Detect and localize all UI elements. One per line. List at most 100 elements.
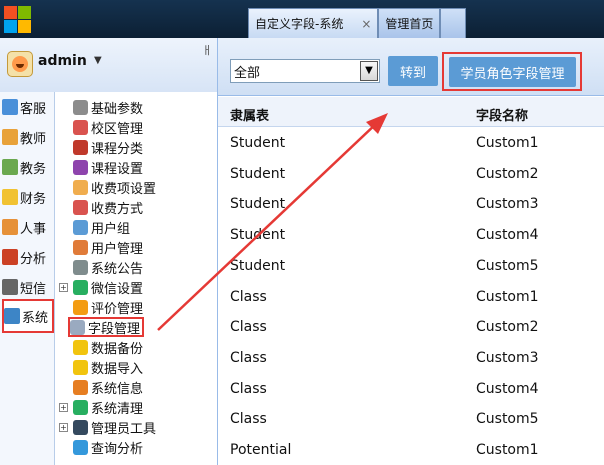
cell-table: Class — [230, 411, 267, 428]
tree-item[interactable]: + 管理员工具 — [55, 417, 156, 437]
table-row[interactable]: Potential Custom1 — [218, 434, 604, 465]
nav-item-label: 客服 — [20, 101, 47, 117]
table-row[interactable]: Student Custom1 — [218, 127, 604, 158]
tools-icon — [73, 419, 88, 435]
tree-item-label: 字段管理 — [88, 321, 141, 337]
tree-item-label: 用户组 — [91, 221, 131, 237]
tab-strip: 自定义字段-系统 × 管理首页 — [248, 8, 467, 38]
cell-table: Student — [230, 196, 286, 213]
nav-item-label: 系统 — [22, 310, 49, 326]
info-icon — [73, 379, 88, 395]
goto-button[interactable]: 转到 — [388, 56, 438, 86]
tree-item-label: 管理员工具 — [91, 421, 157, 437]
cell-field-name: Custom1 — [476, 288, 539, 305]
tree-item-label: 系统清理 — [91, 401, 144, 417]
table-row[interactable]: Student Custom3 — [218, 188, 604, 219]
recycle-icon — [73, 399, 88, 415]
search-icon — [73, 439, 88, 455]
tree-item[interactable]: 收费项设置 — [55, 177, 156, 197]
tree-item[interactable]: 用户管理 — [55, 237, 143, 257]
nav-item-label: 短信 — [20, 281, 47, 297]
table-row[interactable]: Class Custom4 — [218, 373, 604, 404]
import-icon — [73, 359, 88, 375]
cell-field-name: Custom4 — [476, 227, 539, 244]
tree-item[interactable]: 系统信息 — [55, 377, 143, 397]
tree-item[interactable]: 基础参数 — [55, 97, 143, 117]
close-icon[interactable]: × — [361, 17, 371, 31]
tree-item-label: 课程分类 — [91, 141, 144, 157]
tree-item[interactable]: 评价管理 — [55, 297, 143, 317]
role-fields-button[interactable]: 学员角色字段管理 — [449, 57, 576, 87]
tree-item[interactable]: + 系统清理 — [55, 397, 143, 417]
chevron-down-icon[interactable]: ▼ — [94, 55, 102, 66]
tab-home[interactable]: 管理首页 — [378, 8, 441, 38]
nav-item-3[interactable]: 财务 — [2, 184, 54, 210]
tree-item[interactable]: 数据备份 — [55, 337, 143, 357]
tab-label: 管理首页 — [385, 17, 434, 31]
star-icon — [73, 299, 88, 315]
cell-field-name: Custom5 — [476, 411, 539, 428]
tree-item[interactable]: 用户组 — [55, 217, 130, 237]
table-row[interactable]: Class Custom2 — [218, 311, 604, 342]
cell-field-name: Custom2 — [476, 319, 539, 336]
nav-item-5[interactable]: 分析 — [2, 244, 54, 270]
notice-icon — [73, 259, 88, 275]
tree-item-label: 用户管理 — [91, 241, 144, 257]
tree-item[interactable]: 课程设置 — [55, 157, 143, 177]
nav-item-6[interactable]: 短信 — [2, 274, 54, 300]
tree-item[interactable]: + 微信设置 — [55, 277, 143, 297]
cell-table: Class — [230, 319, 267, 336]
table-header: 隶属表 字段名称 — [218, 97, 604, 127]
tree-item-label: 数据备份 — [91, 341, 144, 357]
user-icon — [73, 239, 88, 255]
column-header-field-name[interactable]: 字段名称 — [476, 105, 528, 124]
table-row[interactable]: Class Custom3 — [218, 342, 604, 373]
tab-custom-fields[interactable]: 自定义字段-系统 × — [248, 8, 379, 38]
tree-item-label: 收费方式 — [91, 201, 144, 217]
nav-item-label: 分析 — [20, 251, 47, 267]
app-logo-icon — [4, 6, 32, 34]
chevron-down-icon[interactable]: ▼ — [360, 61, 378, 81]
table-row[interactable]: Student Custom4 — [218, 219, 604, 250]
table-row[interactable]: Class Custom5 — [218, 403, 604, 434]
table-row[interactable]: Student Custom2 — [218, 158, 604, 189]
tree-item-label: 校区管理 — [91, 121, 144, 137]
avatar[interactable] — [7, 51, 33, 77]
nav-item-2[interactable]: 教务 — [2, 154, 54, 180]
tree-item-label: 微信设置 — [91, 281, 144, 297]
pin-icon[interactable]: ㅐ — [202, 42, 212, 58]
table-row[interactable]: Student Custom5 — [218, 250, 604, 281]
expand-icon[interactable]: + — [59, 402, 68, 412]
nav-item-7[interactable]: 系统 — [2, 299, 54, 333]
cell-table: Class — [230, 380, 267, 397]
expand-icon[interactable]: + — [59, 282, 68, 292]
coins-icon — [73, 179, 88, 195]
module-icon — [2, 249, 18, 265]
expand-icon[interactable]: + — [59, 422, 68, 432]
tree-item-label: 收费项设置 — [91, 181, 157, 197]
table-filter-select[interactable]: 全部 ▼ — [230, 59, 380, 83]
tree-item[interactable]: 收费方式 — [55, 197, 143, 217]
cell-field-name: Custom2 — [476, 165, 539, 182]
username[interactable]: admin — [38, 53, 87, 69]
nav-item-1[interactable]: 教师 — [2, 124, 54, 150]
column-header-table[interactable]: 隶属表 — [230, 105, 269, 124]
cell-table: Class — [230, 288, 267, 305]
tree-item[interactable]: 校区管理 — [55, 117, 143, 137]
tree-item[interactable]: 系统公告 — [55, 257, 143, 277]
gear-icon — [73, 99, 88, 115]
table-row[interactable]: Class Custom1 — [218, 281, 604, 312]
tree-item-label: 数据导入 — [91, 361, 144, 377]
tab-spacer — [440, 8, 467, 38]
tab-label: 自定义字段-系统 — [255, 17, 344, 31]
nav-item-0[interactable]: 客服 — [2, 94, 54, 120]
tree-item[interactable]: 课程分类 — [55, 137, 143, 157]
nav-item-4[interactable]: 人事 — [2, 214, 54, 240]
tree-item[interactable]: 数据导入 — [55, 357, 143, 377]
cell-field-name: Custom3 — [476, 349, 539, 366]
wechat-icon — [73, 279, 88, 295]
tree-item[interactable]: 查询分析 — [55, 437, 143, 457]
tree-item-label: 基础参数 — [91, 101, 144, 117]
tree-item[interactable]: 字段管理 — [68, 317, 145, 337]
nav-item-label: 教师 — [20, 131, 47, 147]
